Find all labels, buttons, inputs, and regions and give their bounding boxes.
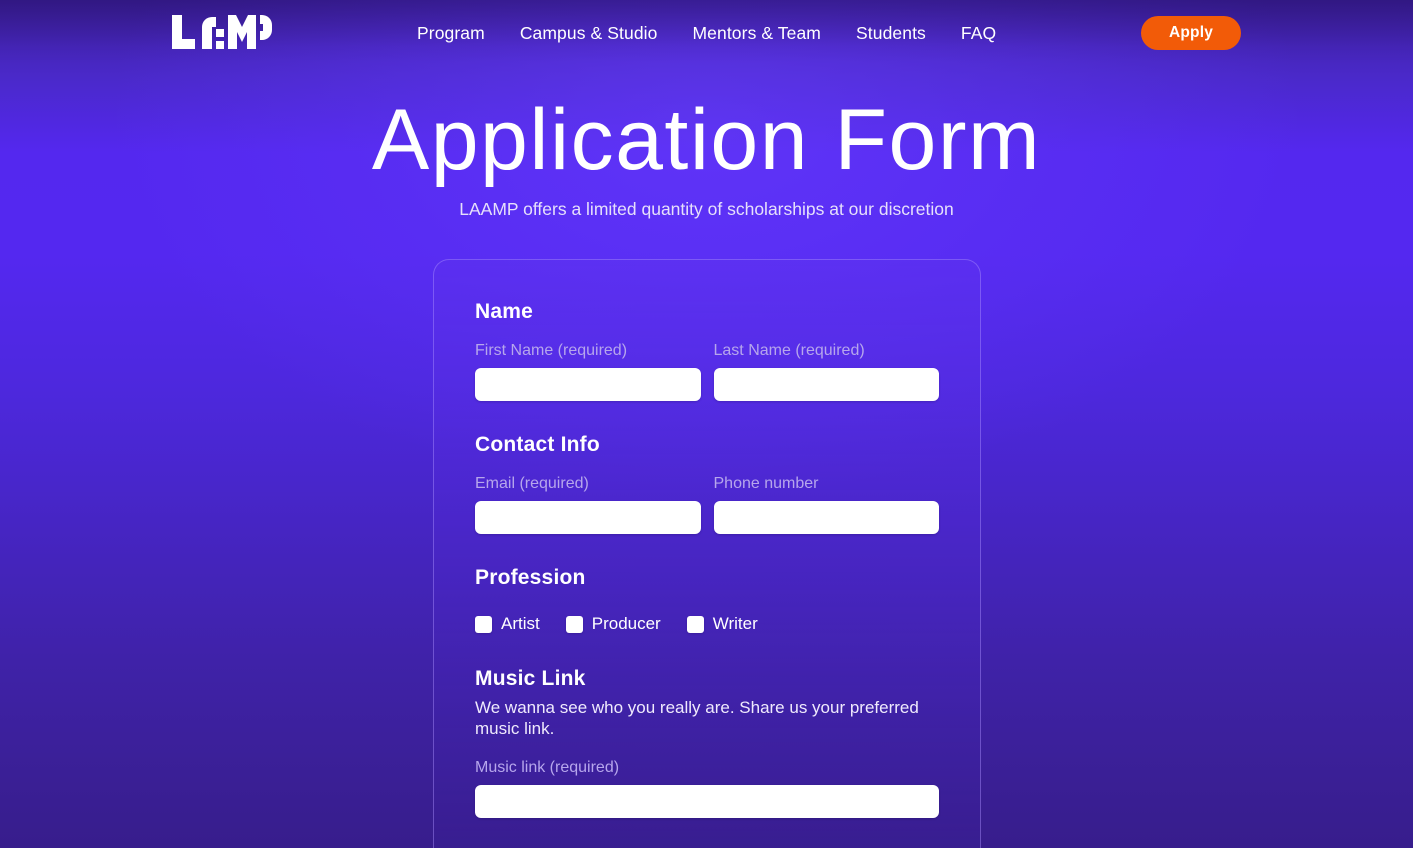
- form-section-contact-info: Contact Info Email (required) Phone numb…: [475, 431, 939, 534]
- checkbox-artist[interactable]: Artist: [475, 613, 540, 635]
- contact-field-row: Email (required) Phone number: [475, 473, 939, 534]
- first-name-label: First Name (required): [475, 342, 628, 359]
- section-heading-name: Name: [475, 300, 533, 323]
- nav-item-campus-studio[interactable]: Campus & Studio: [520, 20, 658, 46]
- form-section-name: Name First Name (required) Last Name (re…: [475, 298, 939, 401]
- page-title: Application Form: [371, 92, 1042, 188]
- checkbox-writer[interactable]: Writer: [686, 613, 758, 635]
- phone-label: Phone number: [713, 475, 819, 492]
- section-heading-profession: Profession: [475, 566, 586, 589]
- site-header: Program Campus & Studio Mentors & Team S…: [0, 0, 1413, 66]
- profession-checkbox-group: Artist Producer Writer: [475, 613, 939, 635]
- music-link-input[interactable]: [475, 785, 939, 818]
- name-field-row: First Name (required) Last Name (require…: [475, 340, 939, 401]
- primary-nav: Program Campus & Studio Mentors & Team S…: [417, 20, 996, 46]
- laamp-logo[interactable]: [172, 15, 272, 49]
- first-name-field-group: First Name (required): [475, 340, 701, 401]
- email-label: Email (required): [475, 475, 589, 492]
- apply-button[interactable]: Apply: [1141, 16, 1241, 50]
- last-name-field-group: Last Name (required): [713, 340, 939, 401]
- laamp-logo-icon: [172, 15, 272, 49]
- section-heading-contact-info: Contact Info: [475, 433, 600, 456]
- checkbox-artist-label: Artist: [501, 614, 540, 633]
- checkbox-producer[interactable]: Producer: [565, 613, 661, 635]
- checkbox-writer-label: Writer: [712, 614, 758, 633]
- music-link-label: Music link (required): [475, 759, 620, 776]
- last-name-input[interactable]: [713, 368, 939, 401]
- email-field-group: Email (required): [475, 473, 701, 534]
- checkbox-writer-box[interactable]: [686, 615, 704, 633]
- last-name-label: Last Name (required): [713, 342, 865, 359]
- page-subtitle: LAAMP offers a limited quantity of schol…: [459, 199, 954, 219]
- phone-input[interactable]: [713, 501, 939, 534]
- form-section-profession: Profession Artist Producer Writer: [475, 564, 939, 635]
- hero-section: Application Form LAAMP offers a limited …: [0, 88, 1413, 222]
- form-section-music-link: Music Link We wanna see who you really a…: [475, 665, 939, 818]
- nav-item-program[interactable]: Program: [417, 20, 485, 46]
- music-link-description: We wanna see who you really are. Share u…: [475, 698, 919, 738]
- music-link-field-group: Music link (required): [475, 757, 939, 818]
- phone-field-group: Phone number: [713, 473, 939, 534]
- section-heading-music-link: Music Link: [475, 667, 586, 690]
- nav-item-faq[interactable]: FAQ: [961, 20, 996, 46]
- checkbox-artist-box[interactable]: [475, 615, 492, 633]
- nav-item-mentors-team[interactable]: Mentors & Team: [693, 20, 822, 46]
- checkbox-producer-label: Producer: [591, 614, 661, 633]
- email-input[interactable]: [475, 501, 701, 534]
- nav-item-students[interactable]: Students: [856, 20, 926, 46]
- application-form-card: Name First Name (required) Last Name (re…: [433, 259, 981, 848]
- checkbox-producer-box[interactable]: [565, 615, 583, 633]
- first-name-input[interactable]: [475, 368, 701, 401]
